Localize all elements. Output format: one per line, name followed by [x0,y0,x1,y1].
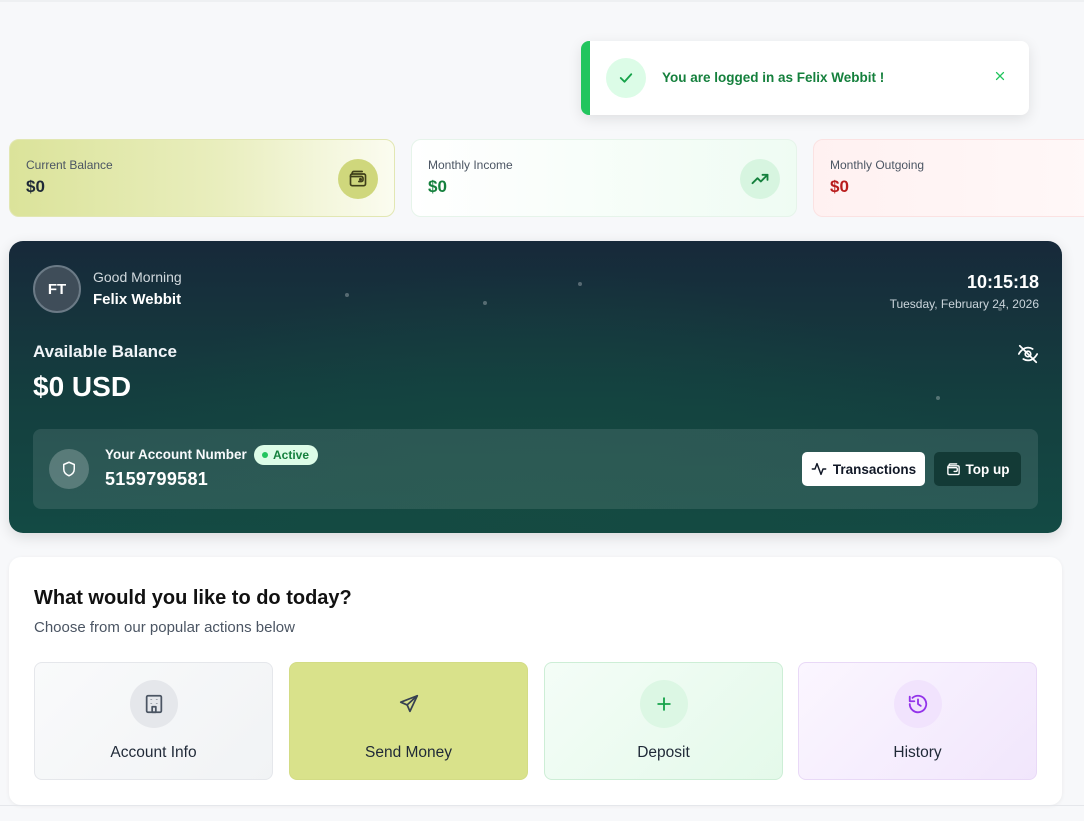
balance-hero-card: FT Good Morning Felix Webbit 10:15:18 Tu… [9,241,1062,533]
greeting-text: Good Morning [93,269,182,285]
toast-message: You are logged in as Felix Webbit ! [662,70,885,85]
check-icon [606,58,646,98]
decor-dot [483,301,487,305]
monthly-outgoing-label: Monthly Outgoing [830,158,925,172]
transactions-button[interactable]: Transactions [802,452,925,486]
current-balance-card: Current Balance $0 [9,139,395,217]
decor-dot [345,293,349,297]
monthly-income-card: Monthly Income $0 [411,139,797,217]
transactions-button-label: Transactions [832,461,917,477]
top-up-button-label: Top up [965,461,1010,477]
top-up-button[interactable]: Top up [934,452,1021,486]
deposit-label: Deposit [637,744,690,761]
monthly-outgoing-card: Monthly Outgoing $0 [813,139,1084,217]
quick-actions-subtitle: Choose from our popular actions below [34,619,295,636]
monthly-income-value: $0 [428,177,447,196]
monthly-income-label: Monthly Income [428,158,513,172]
monthly-outgoing-value: $0 [830,177,849,196]
status-dot [262,452,268,458]
current-date: Tuesday, February 24, 2026 [889,297,1039,311]
history-tile[interactable]: History [798,662,1037,780]
account-number-label: Your Account Number [105,447,247,462]
current-balance-value: $0 [26,177,45,196]
building-icon [130,680,178,728]
available-balance-amount: $0 USD [33,371,132,402]
status-text: Active [273,448,310,462]
decor-dot [936,396,940,400]
wallet-icon [338,159,378,199]
account-info-label: Account Info [110,744,197,761]
clock-time: 10:15:18 [966,272,1039,292]
trending-up-icon [740,159,780,199]
current-balance-label: Current Balance [26,158,113,172]
account-number: 5159799581 [105,469,209,489]
account-number-panel: Your Account Number Active 5159799581 Tr… [33,429,1038,509]
top-border [0,0,1084,2]
status-badge: Active [254,445,319,465]
bottom-border [0,805,1084,806]
send-money-tile[interactable]: Send Money [289,662,528,780]
deposit-tile[interactable]: Deposit [544,662,783,780]
decor-dot [578,282,582,286]
user-name: Felix Webbit [93,291,182,308]
activity-icon [811,462,827,476]
account-info-tile[interactable]: Account Info [34,662,273,780]
quick-actions-panel: What would you like to do today? Choose … [9,557,1062,805]
wallet-icon [946,462,960,475]
eye-off-icon[interactable] [1017,343,1039,365]
history-label: History [893,744,942,761]
plus-icon [640,680,688,728]
history-icon [894,680,942,728]
send-money-label: Send Money [364,744,453,761]
close-icon[interactable] [991,67,1009,85]
send-icon [385,680,433,728]
available-balance-label: Available Balance [33,342,177,361]
quick-actions-title: What would you like to do today? [34,587,352,609]
login-toast: You are logged in as Felix Webbit ! [581,41,1029,115]
shield-icon [49,449,89,489]
avatar[interactable]: FT [33,265,81,313]
